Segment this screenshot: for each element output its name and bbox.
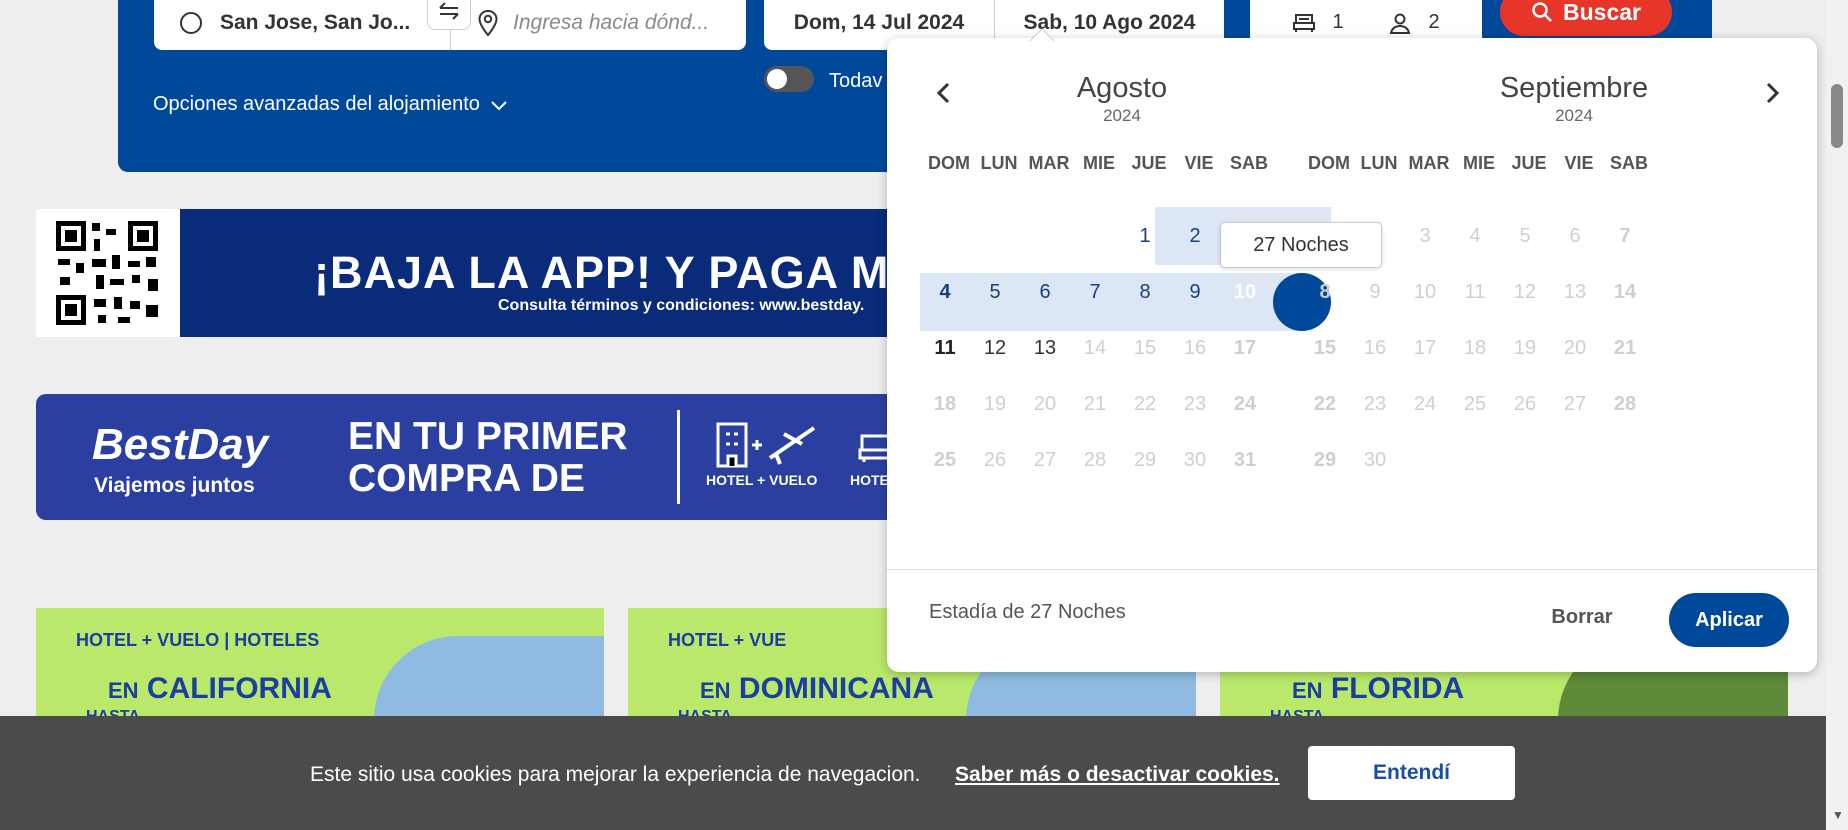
day-september-14: 14 xyxy=(1613,280,1637,303)
scrollbar-thumb[interactable] xyxy=(1831,84,1843,148)
app-banner-subtitle: Consulta términos y condiciones: www.bes… xyxy=(498,297,865,314)
weekday-header: SAB xyxy=(1609,153,1648,173)
weekday-header: SAB xyxy=(1229,153,1268,173)
month-title-september: Septiembre xyxy=(1499,72,1649,104)
datepicker-pointer xyxy=(1030,28,1054,41)
stay-summary: Estadía de 27 Noches xyxy=(929,601,1126,623)
promo-card-california[interactable]: HOTEL + VUELO | HOTELES EN CALIFORNIA HA… xyxy=(36,608,604,720)
day-september-7: 7 xyxy=(1619,224,1631,247)
promo-en: EN xyxy=(700,678,731,703)
swap-button[interactable] xyxy=(427,0,471,30)
toggle-label: Todav xyxy=(829,70,883,92)
hotel-label: HOTE xyxy=(850,472,889,488)
checkin-value: Dom, 14 Jul 2024 xyxy=(793,10,965,34)
search-icon xyxy=(1532,2,1552,22)
destination-placeholder: Ingresa hacia dónd... xyxy=(513,10,710,34)
scroll-down-arrow[interactable]: ▼ xyxy=(1832,808,1844,822)
bestday-promo-banner[interactable]: BestDay Viajemos juntos EN TU PRIMER COM… xyxy=(36,394,916,520)
hotel-vuelo-label: HOTEL + VUELO xyxy=(706,472,818,488)
promo-line-2: COMPRA DE xyxy=(348,457,585,500)
promo-card-title: EN FLORIDA xyxy=(1292,672,1464,706)
promo-card-title: EN CALIFORNIA xyxy=(108,672,332,706)
promo-line-1: EN TU PRIMER xyxy=(348,415,628,458)
apply-button[interactable]: Aplicar xyxy=(1669,593,1789,647)
month-year-august: 2024 xyxy=(1103,106,1141,125)
cookie-settings-link[interactable]: Saber más o desactivar cookies. xyxy=(955,763,1280,787)
flexible-dates-toggle[interactable] xyxy=(764,66,814,92)
promo-place: DOMINICANA xyxy=(738,672,934,705)
guests-count[interactable]: 2 xyxy=(1388,11,1440,35)
qr-code xyxy=(36,209,180,337)
location-pin-icon xyxy=(478,9,498,37)
bed-icon xyxy=(1293,13,1316,32)
destination-field[interactable]: Ingresa hacia dónd... xyxy=(450,0,746,50)
day-august-31: 31 xyxy=(1233,448,1257,471)
day-september-28: 28 xyxy=(1613,392,1637,415)
app-banner-title: ¡BAJA LA APP! Y PAGA M xyxy=(314,247,890,298)
promo-photo xyxy=(374,636,604,720)
day-september-21: 21 xyxy=(1613,336,1637,359)
next-month-button[interactable] xyxy=(1757,78,1787,108)
swap-icon xyxy=(439,2,459,20)
radio-icon[interactable] xyxy=(180,11,202,34)
rooms-count[interactable]: 1 xyxy=(1292,11,1344,35)
day-august-24: 24 xyxy=(1233,392,1257,415)
promo-en: EN xyxy=(1292,678,1323,703)
cookie-accept-button[interactable]: Entendí xyxy=(1308,746,1515,800)
promo-place: CALIFORNIA xyxy=(146,672,332,705)
search-button[interactable]: Buscar xyxy=(1500,0,1672,36)
chevron-down-icon xyxy=(491,100,507,110)
bestday-logo: BestDay xyxy=(92,420,269,469)
advanced-options-link[interactable]: Opciones avanzadas del alojamiento xyxy=(153,93,508,116)
person-icon xyxy=(1390,13,1411,34)
day-august-17: 17 xyxy=(1233,336,1257,359)
promo-place: FLORIDA xyxy=(1330,672,1465,705)
advanced-options-label: Opciones avanzadas del alojamiento xyxy=(153,93,480,115)
cookie-text: Este sitio usa cookies para mejorar la e… xyxy=(310,763,921,786)
promo-card-title: EN DOMINICANA xyxy=(700,672,934,706)
origin-field[interactable]: San Jose, San Jo... xyxy=(154,0,450,50)
banner-divider xyxy=(677,410,680,504)
month-title-august: Agosto xyxy=(1076,72,1168,104)
calendar-footer-divider xyxy=(887,569,1817,570)
day-august-10[interactable]: 10 xyxy=(1216,263,1274,321)
bestday-tagline: Viajemos juntos xyxy=(94,474,255,497)
search-button-label: Buscar xyxy=(1563,0,1641,25)
prev-month-button[interactable] xyxy=(929,78,959,108)
hotel-plane-icon xyxy=(716,422,816,468)
cookie-banner: Este sitio usa cookies para mejorar la e… xyxy=(0,716,1826,830)
promo-card-header: HOTEL + VUELO | HOTELES xyxy=(76,630,320,650)
bestday-promo-text: EN TU PRIMER COMPRA DE xyxy=(348,416,628,500)
app-download-banner[interactable]: ¡BAJA LA APP! Y PAGA M Consulta términos… xyxy=(36,209,916,337)
page-scrollbar[interactable]: ▼ xyxy=(1826,0,1848,830)
day-september-30: 30 xyxy=(1363,448,1387,471)
clear-button[interactable]: Borrar xyxy=(1527,593,1637,641)
promo-card-header: HOTEL + VUE xyxy=(668,630,787,650)
date-picker-popup: Agosto 2024 Septiembre 2024 27 Noches Es… xyxy=(887,38,1817,672)
origin-value: San Jose, San Jo... xyxy=(220,10,411,34)
promo-en: EN xyxy=(108,678,139,703)
nights-tooltip: 27 Noches xyxy=(1220,222,1382,268)
month-year-september: 2024 xyxy=(1555,106,1593,125)
